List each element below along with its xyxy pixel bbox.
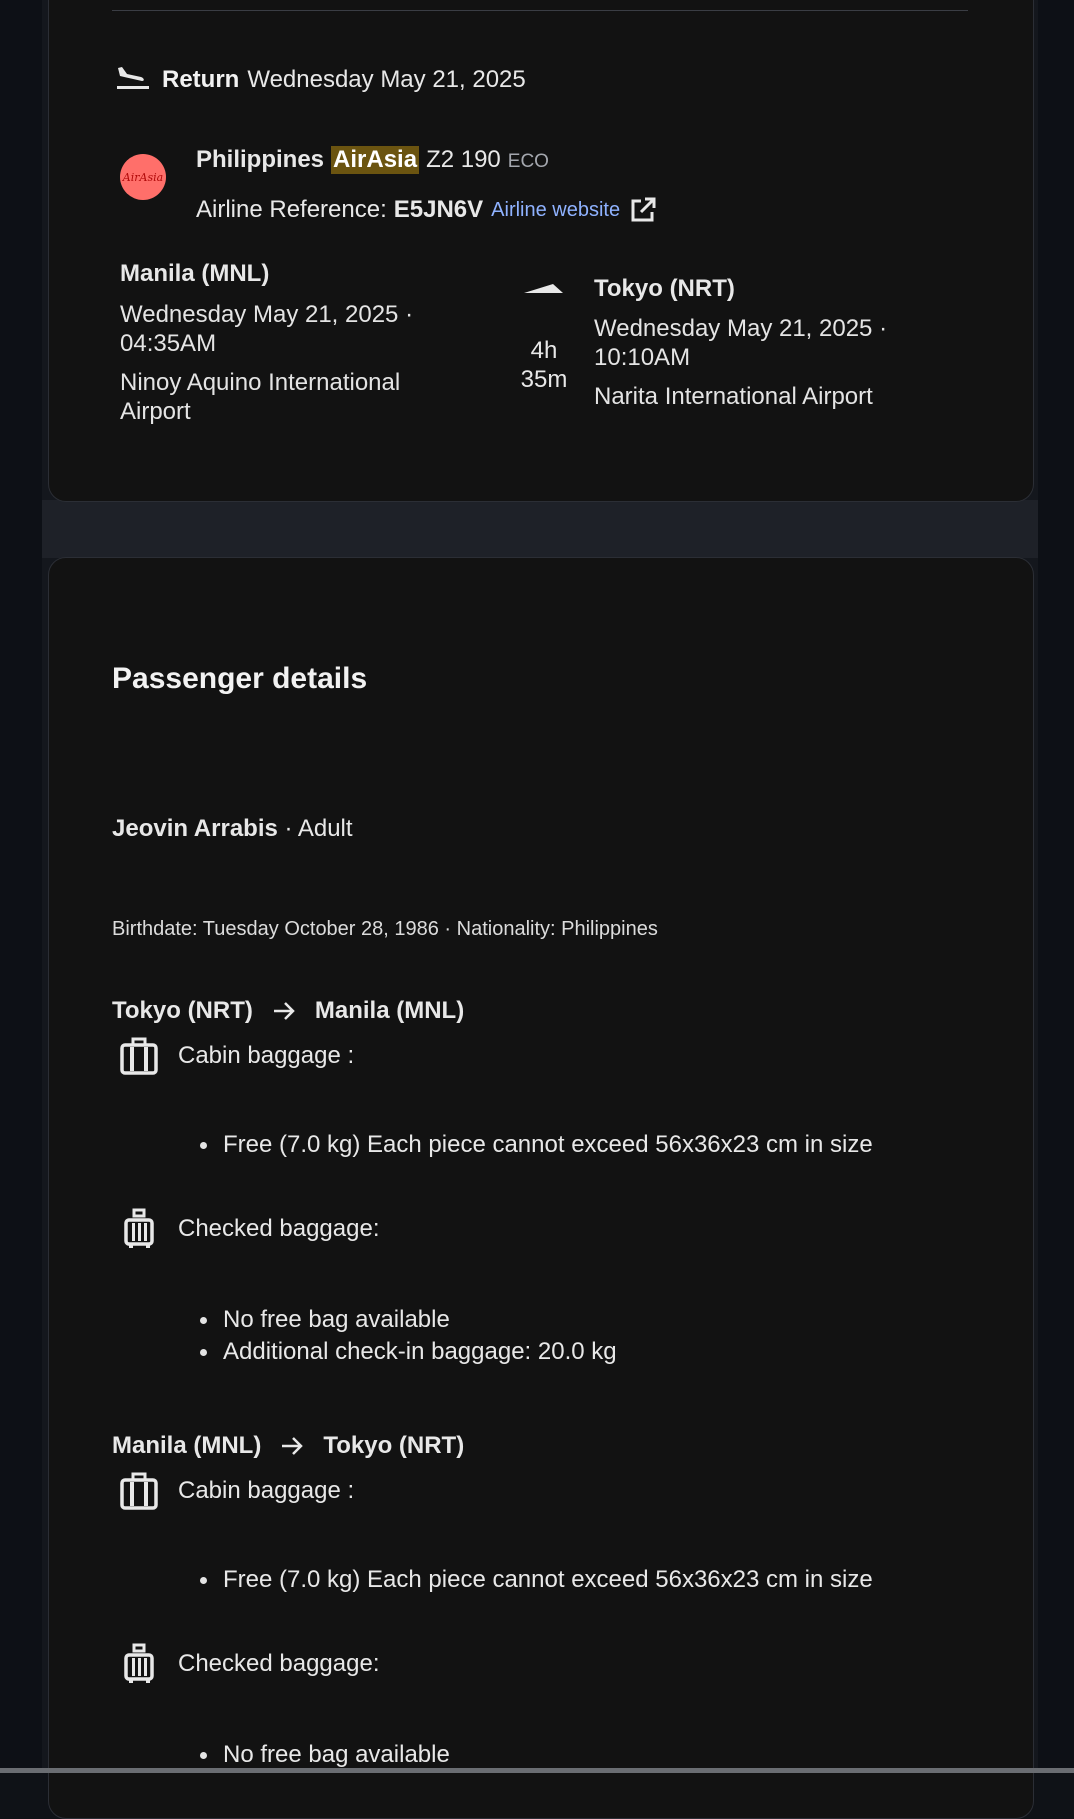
flight-duration: 4h 35m: [510, 336, 578, 394]
arrival-datetime: Wednesday May 21, 2025 · 10:10AM: [594, 314, 887, 372]
baggage-route-heading: Manila (MNL) Tokyo (NRT): [112, 1432, 464, 1460]
passenger-header: Jeovin Arrabis · Adult: [112, 815, 353, 843]
cabin-baggage-row: Cabin baggage :: [118, 1035, 354, 1077]
cabin-baggage-label: Cabin baggage :: [178, 1477, 355, 1504]
arrival-time: 10:10AM: [594, 344, 691, 371]
reference-label: Airline Reference:: [196, 196, 387, 223]
departure-datetime: Wednesday May 21, 2025 · 04:35AM: [120, 300, 413, 358]
cabin-baggage-label: Cabin baggage :: [178, 1042, 355, 1069]
flight-number: Z2 190: [426, 146, 501, 173]
route-destination: Manila (MNL): [314, 997, 465, 1024]
departure-time: 04:35AM: [120, 330, 217, 357]
plane-landing-icon: [117, 67, 149, 89]
route-origin: Manila (MNL): [112, 1432, 262, 1459]
right-margin: [1038, 0, 1074, 1773]
arrow-right-icon: [273, 1002, 295, 1020]
cabin-baggage-row: Cabin baggage :: [118, 1470, 354, 1512]
checked-allowance-text: Additional check-in baggage: 20.0 kg: [223, 1338, 617, 1365]
left-margin: [0, 0, 42, 1773]
airline-logo-text: AirAsia: [122, 170, 164, 184]
passenger-type: · Adult: [277, 815, 353, 842]
checked-bag-icon: [124, 1643, 154, 1683]
return-header: Return Wednesday May 21, 2025: [114, 62, 526, 98]
external-link-icon[interactable]: [628, 195, 658, 225]
departure-city: Manila (MNL): [120, 260, 270, 287]
checked-baggage-row: Checked baggage:: [118, 1208, 380, 1250]
airline-name-highlight: AirAsia: [331, 146, 420, 174]
bottom-edge-bar: [0, 1768, 1074, 1773]
arrival-airport: Narita International Airport: [594, 383, 873, 410]
bullet-dot: [200, 1141, 207, 1149]
baggage-bullet: Additional check-in baggage: 20.0 kg: [200, 1338, 617, 1366]
baggage-bullet: No free bag available: [200, 1306, 450, 1334]
cabin-class: ECO: [507, 151, 549, 172]
cabin-bag-icon: [120, 1037, 158, 1075]
checked-baggage-label: Checked baggage:: [178, 1650, 380, 1677]
airline-logo: AirAsia: [120, 154, 166, 200]
reference-code: E5JN6V: [393, 196, 484, 223]
return-label: Return: [162, 66, 240, 93]
duration-hours: 4h: [530, 337, 558, 364]
baggage-route-heading: Tokyo (NRT) Manila (MNL): [112, 997, 464, 1025]
checked-allowance-text: No free bag available: [223, 1306, 450, 1333]
arrival-city: Tokyo (NRT): [594, 275, 735, 302]
airline-website-link[interactable]: Airline website: [491, 199, 620, 222]
route-destination: Tokyo (NRT): [323, 1432, 465, 1459]
baggage-bullet: Free (7.0 kg) Each piece cannot exceed 5…: [200, 1131, 873, 1159]
cabin-allowance-text: Free (7.0 kg) Each piece cannot exceed 5…: [223, 1131, 873, 1158]
arrow-right-icon: [282, 1437, 304, 1455]
airline-line: Philippines AirAsia Z2 190 ECO: [196, 146, 549, 174]
airline-reference-line: Airline Reference: E5JN6V Airline websit…: [196, 195, 658, 225]
bullet-dot: [200, 1348, 207, 1356]
baggage-bullet: No free bag available: [200, 1741, 450, 1769]
baggage-bullet: Free (7.0 kg) Each piece cannot exceed 5…: [200, 1566, 873, 1594]
duration-minutes: 35m: [520, 366, 568, 393]
bullet-dot: [200, 1751, 207, 1759]
checked-baggage-label: Checked baggage:: [178, 1215, 380, 1242]
airline-name-prefix: Philippines: [196, 146, 325, 173]
bullet-dot: [200, 1316, 207, 1324]
cabin-bag-icon: [120, 1472, 158, 1510]
arrival-date: Wednesday May 21, 2025 ·: [594, 315, 888, 342]
departure-date: Wednesday May 21, 2025 ·: [120, 301, 414, 328]
checked-bag-icon: [124, 1208, 154, 1248]
card-gap: [42, 500, 1038, 558]
return-date: Wednesday May 21, 2025: [247, 66, 526, 93]
passenger-name: Jeovin Arrabis: [112, 815, 278, 842]
cabin-allowance-text: Free (7.0 kg) Each piece cannot exceed 5…: [223, 1566, 873, 1593]
passenger-info: Birthdate: Tuesday October 28, 1986 · Na…: [112, 918, 658, 940]
checked-allowance-text: No free bag available: [223, 1741, 450, 1768]
bullet-dot: [200, 1576, 207, 1584]
checked-baggage-row: Checked baggage:: [118, 1643, 380, 1685]
route-origin: Tokyo (NRT): [112, 997, 253, 1024]
flight-direction-arrow-icon: [524, 284, 563, 293]
section-title: Passenger details: [112, 662, 368, 695]
departure-airport-line2: Airport: [120, 398, 191, 425]
section-divider: [112, 10, 968, 11]
passenger-details-card: [48, 557, 1034, 1819]
departure-airport: Ninoy Aquino International Airport: [120, 368, 400, 426]
departure-airport-line1: Ninoy Aquino International: [120, 369, 401, 396]
